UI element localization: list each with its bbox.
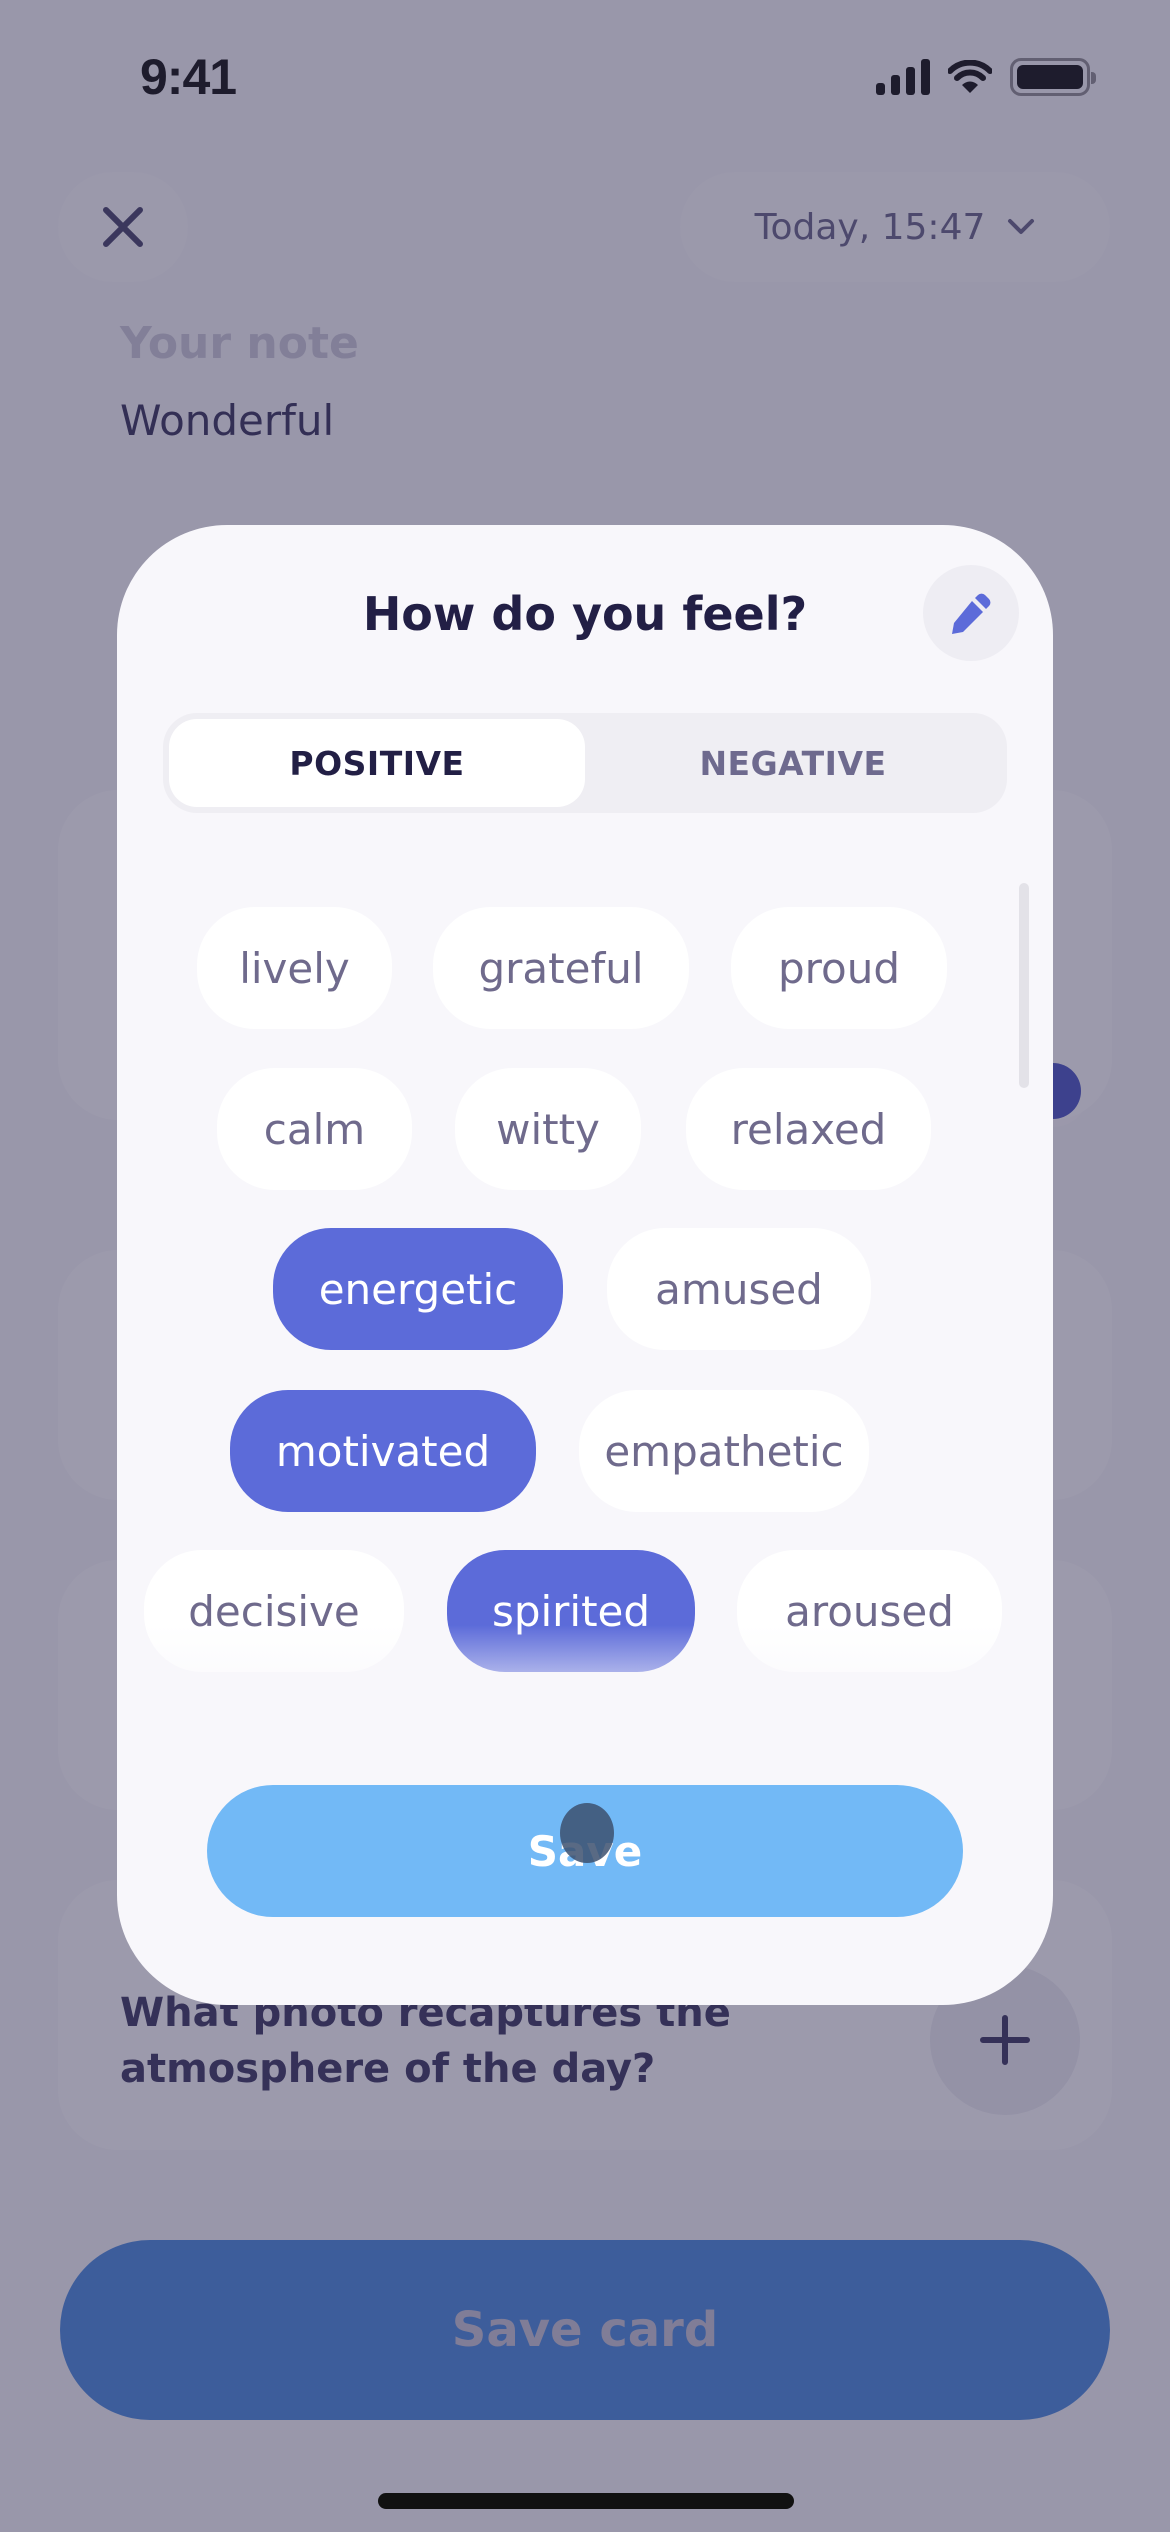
chip-decisive[interactable]: decisive bbox=[144, 1550, 404, 1672]
chip-energetic[interactable]: energetic bbox=[273, 1228, 563, 1350]
chip-motivated[interactable]: motivated bbox=[230, 1390, 536, 1512]
chip-relaxed[interactable]: relaxed bbox=[686, 1068, 931, 1190]
chip-proud[interactable]: proud bbox=[731, 907, 947, 1029]
tab-negative[interactable]: NEGATIVE bbox=[585, 719, 1001, 807]
chip-amused[interactable]: amused bbox=[607, 1228, 871, 1350]
feelings-list: lively grateful proud calm witty relaxed… bbox=[117, 855, 1053, 1705]
sentiment-tabs: POSITIVE NEGATIVE bbox=[163, 713, 1007, 813]
pencil-icon bbox=[952, 593, 991, 634]
touch-indicator bbox=[560, 1803, 614, 1863]
chip-calm[interactable]: calm bbox=[217, 1068, 412, 1190]
chip-empathetic[interactable]: empathetic bbox=[579, 1390, 869, 1512]
chip-lively[interactable]: lively bbox=[197, 907, 392, 1029]
edit-button[interactable] bbox=[923, 565, 1019, 661]
chip-aroused[interactable]: aroused bbox=[737, 1550, 1002, 1672]
modal-title: How do you feel? bbox=[362, 587, 808, 641]
chip-grateful[interactable]: grateful bbox=[433, 907, 689, 1029]
tab-positive[interactable]: POSITIVE bbox=[169, 719, 585, 807]
feelings-modal: How do you feel? POSITIVE NEGATIVE livel… bbox=[117, 525, 1053, 2005]
chip-witty[interactable]: witty bbox=[455, 1068, 641, 1190]
feelings-scrollbar[interactable] bbox=[1019, 883, 1029, 1088]
home-indicator[interactable] bbox=[378, 2493, 794, 2509]
chip-spirited[interactable]: spirited bbox=[447, 1550, 695, 1672]
